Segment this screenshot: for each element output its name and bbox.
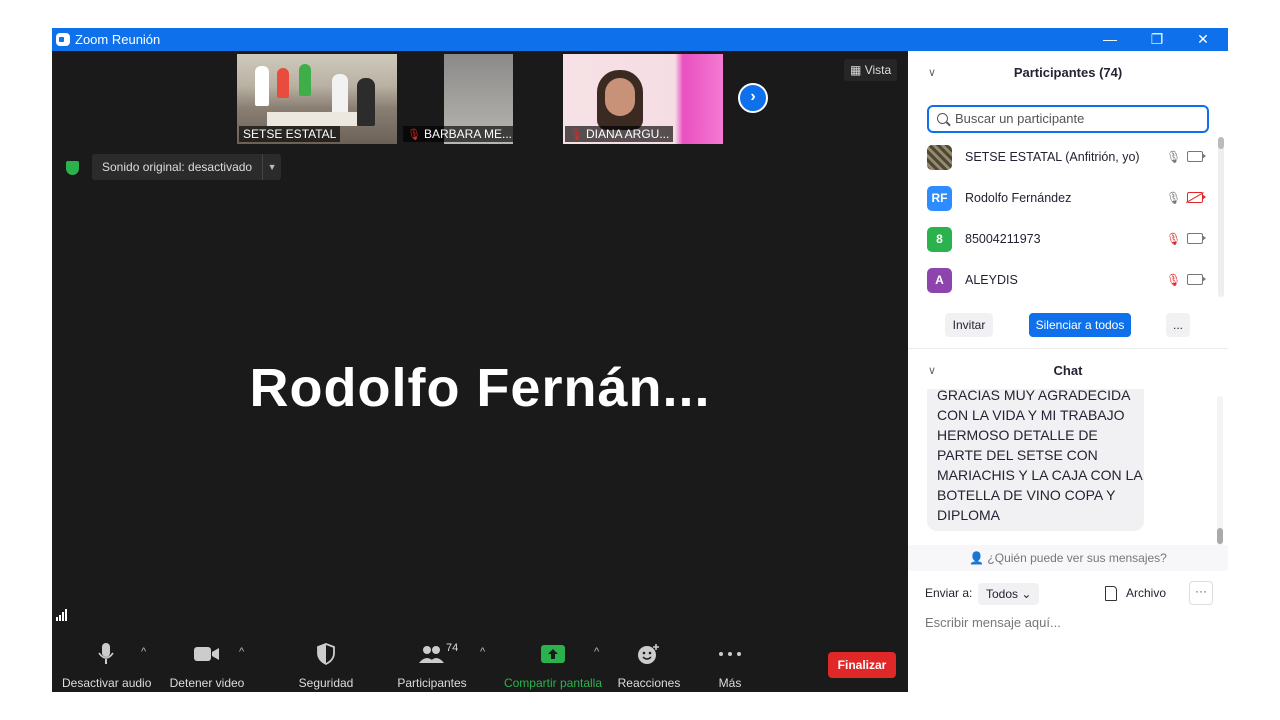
audio-options-caret[interactable]: ^ — [141, 646, 146, 658]
video-thumbnail-setse[interactable]: SETSE ESTATAL — [237, 54, 397, 144]
chevron-down-icon[interactable]: ∨ — [928, 53, 936, 93]
chat-title: Chat — [1053, 363, 1083, 378]
participants-title: Participantes (74) — [1013, 65, 1123, 80]
microphone-icon — [98, 643, 114, 664]
search-icon — [937, 113, 948, 124]
original-sound-label: Sonido original: desactivado — [102, 160, 253, 174]
stop-video-button[interactable]: Detener video — [166, 642, 248, 690]
send-to-label: Enviar a: — [925, 586, 973, 600]
chat-message-text: GRACIAS MUY AGRADECIDA CON LA VIDA Y MI … — [937, 389, 1142, 523]
video-thumbnail-barbara[interactable]: 🎙 BARBARA ME... — [401, 54, 513, 144]
video-camera-icon[interactable] — [1187, 233, 1206, 244]
participants-header: ∨ Participantes (74) — [908, 53, 1228, 93]
file-icon[interactable] — [1105, 586, 1117, 601]
view-button[interactable]: ▦ Vista — [844, 59, 898, 81]
shield-icon — [317, 643, 335, 665]
title-bar: Zoom Reunión — ❐ ✕ — [52, 28, 1228, 51]
microphone-muted-icon[interactable]: 🎙 — [1166, 273, 1181, 289]
window-title: Zoom Reunión — [75, 32, 161, 47]
thumbnail-label: 🎙 DIANA ARGU... — [565, 126, 674, 142]
chat-more-button[interactable]: ··· — [1189, 581, 1213, 605]
mute-all-button[interactable]: Silenciar a todos — [1029, 313, 1131, 337]
video-camera-off-icon[interactable] — [1187, 192, 1206, 203]
avatar — [927, 145, 952, 170]
mic-muted-icon: 🎙 — [407, 129, 421, 141]
thumbnail-label: 🎙 BARBARA ME... — [403, 126, 513, 142]
video-thumbnail-diana[interactable]: 🎙 DIANA ARGU... — [563, 54, 723, 144]
panel-divider — [908, 348, 1228, 349]
send-to-dropdown[interactable]: Todos ⌄ — [978, 583, 1040, 605]
side-panel: ∨ Participantes (74) Buscar un participa… — [908, 51, 1228, 692]
invite-button[interactable]: Invitar — [945, 313, 993, 337]
more-button[interactable]: Más — [704, 642, 756, 690]
participants-count: 74 — [446, 642, 459, 654]
participants-scrollbar[interactable] — [1218, 137, 1224, 297]
zoom-app-icon — [56, 33, 70, 46]
avatar: A — [927, 268, 952, 293]
security-button[interactable]: Seguridad — [288, 642, 364, 690]
video-camera-icon[interactable] — [1187, 151, 1206, 162]
video-camera-icon[interactable] — [1187, 274, 1206, 285]
chat-message-bubble: GRACIAS MUY AGRADECIDA CON LA VIDA Y MI … — [927, 389, 1144, 531]
minimize-button[interactable]: — — [1095, 29, 1125, 50]
end-meeting-button[interactable]: Finalizar — [828, 652, 896, 678]
video-camera-icon — [194, 647, 219, 661]
more-dots-icon — [719, 652, 741, 656]
video-area: SETSE ESTATAL 🎙 BARBARA ME... 🎙 DIANA ARGU… — [52, 51, 908, 692]
chevron-down-icon: ⌄ — [1021, 587, 1032, 601]
who-can-see-link[interactable]: 👤 ¿Quién puede ver sus mensajes? — [908, 545, 1228, 571]
signal-strength-icon[interactable] — [56, 609, 67, 621]
participant-row[interactable]: A ALEYDIS 🎙 — [908, 260, 1218, 301]
smiley-icon — [638, 644, 659, 664]
thumbnail-label: SETSE ESTATAL — [239, 126, 341, 142]
share-screen-button[interactable]: Compartir pantalla — [500, 642, 606, 690]
chevron-down-icon[interactable]: ∨ — [928, 351, 936, 391]
grid-icon: ▦ — [850, 63, 862, 77]
chat-scrollbar[interactable] — [1217, 396, 1223, 546]
video-options-caret[interactable]: ^ — [239, 646, 244, 658]
participant-row[interactable]: 8 85004211973 🎙 — [908, 219, 1218, 260]
microphone-muted-icon[interactable]: 🎙 — [1166, 232, 1181, 248]
participants-button[interactable]: 74 Participantes — [392, 642, 472, 690]
mute-audio-button[interactable]: Desactivar audio — [62, 642, 151, 690]
reactions-button[interactable]: Reacciones — [612, 642, 686, 690]
original-sound-toggle[interactable]: Sonido original: desactivado ▼ — [92, 154, 282, 180]
chat-message-input[interactable]: Escribir mensaje aquí... — [925, 615, 1061, 630]
chevron-down-icon[interactable]: ▼ — [262, 154, 281, 180]
person-info-icon: 👤 — [969, 551, 985, 565]
participants-options-caret[interactable]: ^ — [480, 646, 485, 658]
restore-button[interactable]: ❐ — [1142, 29, 1172, 50]
microphone-icon[interactable]: 🎙 — [1166, 150, 1181, 166]
share-options-caret[interactable]: ^ — [594, 646, 599, 658]
avatar: 8 — [927, 227, 952, 252]
zoom-window: Zoom Reunión — ❐ ✕ SETSE ESTATAL 🎙 BARBAR… — [52, 28, 1228, 692]
participants-icon — [419, 646, 444, 663]
file-button[interactable]: Archivo — [1126, 586, 1166, 600]
meeting-toolbar: Desactivar audio ^ Detener video ^ Segur… — [52, 628, 908, 692]
more-options-button[interactable]: ... — [1166, 313, 1190, 337]
mic-muted-icon: 🎙 — [569, 129, 583, 141]
active-speaker-name: Rodolfo Fernán... — [249, 358, 711, 418]
close-button[interactable]: ✕ — [1188, 29, 1218, 50]
avatar: RF — [927, 186, 952, 211]
participant-row[interactable]: RF Rodolfo Fernández 🎙 — [908, 178, 1218, 219]
participant-search-input[interactable]: Buscar un participante — [927, 105, 1209, 133]
next-page-button[interactable]: › — [738, 83, 768, 113]
encryption-shield-icon[interactable] — [66, 161, 79, 175]
share-screen-icon — [541, 645, 565, 663]
microphone-icon[interactable]: 🎙 — [1166, 191, 1181, 207]
chat-header: ∨ Chat — [908, 351, 1228, 391]
participant-row[interactable]: SETSE ESTATAL (Anfitrión, yo) 🎙 — [908, 137, 1218, 178]
